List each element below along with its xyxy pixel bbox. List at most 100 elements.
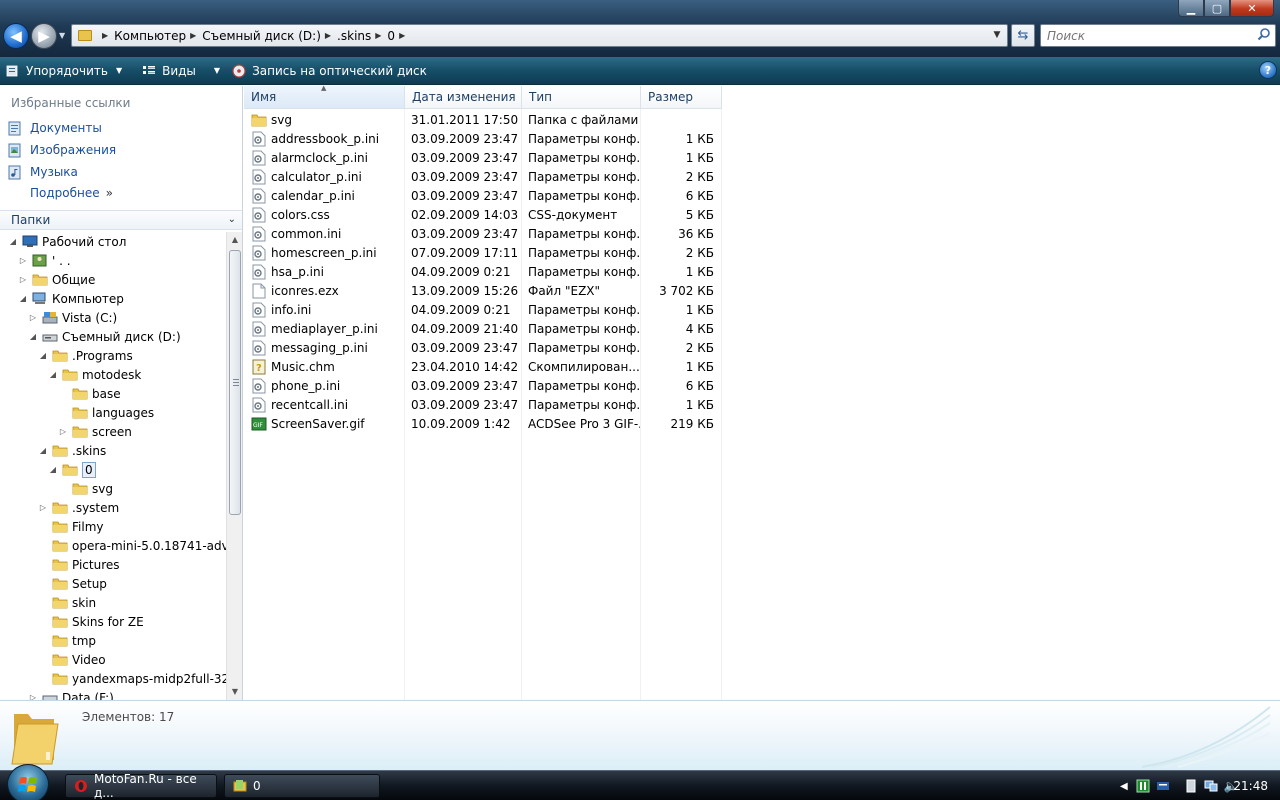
tree-scrollbar[interactable]: ▲ ▼ bbox=[226, 232, 242, 700]
more-link[interactable]: Подробнее » bbox=[30, 186, 113, 200]
file-row[interactable]: addressbook_p.ini 03.09.2009 23:47 Парамет… bbox=[244, 129, 724, 148]
expand-arrow-icon[interactable]: ▷ bbox=[28, 313, 38, 322]
maximize-button[interactable]: ▢ bbox=[1204, 0, 1230, 17]
file-row[interactable]: svg 31.01.2011 17:50 Папка с файлами bbox=[244, 110, 724, 129]
tree-item[interactable]: ▷ screen bbox=[58, 422, 132, 441]
tree-item[interactable]: tmp bbox=[38, 631, 96, 650]
tree-item[interactable]: Setup bbox=[38, 574, 107, 593]
start-button[interactable] bbox=[7, 764, 49, 800]
tree-item[interactable]: ◢ .skins bbox=[38, 441, 106, 460]
help-button[interactable]: ? bbox=[1259, 61, 1277, 79]
search-box[interactable] bbox=[1040, 24, 1276, 47]
file-name-cell[interactable]: homescreen_p.ini bbox=[251, 245, 377, 261]
device-icon[interactable] bbox=[1184, 779, 1198, 793]
expand-arrow-icon[interactable]: ▷ bbox=[18, 275, 28, 284]
tree-item[interactable]: skin bbox=[38, 593, 96, 612]
breadcrumb-computer[interactable]: Компьютер bbox=[114, 29, 186, 43]
file-name-cell[interactable]: addressbook_p.ini bbox=[251, 131, 379, 147]
chevron-right-icon[interactable]: ▶ bbox=[190, 31, 196, 40]
folders-header[interactable]: Папки ⌄ bbox=[0, 210, 242, 230]
tree-item[interactable]: ▷ .system bbox=[38, 498, 119, 517]
file-row[interactable]: homescreen_p.ini 07.09.2009 17:11 Параметр… bbox=[244, 243, 724, 262]
file-name-cell[interactable]: mediaplayer_p.ini bbox=[251, 321, 378, 337]
column-header-size[interactable]: Размер bbox=[641, 86, 722, 109]
file-name-cell[interactable]: colors.css bbox=[251, 207, 330, 223]
file-name-cell[interactable]: ? Music.chm bbox=[251, 359, 335, 375]
file-row[interactable]: recentcall.ini 03.09.2009 23:47 Параметры … bbox=[244, 395, 724, 414]
expand-arrow-icon[interactable]: ▷ bbox=[38, 503, 48, 512]
tree-item[interactable]: ▷ Vista (C:) bbox=[28, 308, 117, 327]
expand-arrow-icon[interactable]: ▷ bbox=[28, 693, 38, 700]
tree-item[interactable]: ◢ Съемный диск (D:) bbox=[28, 327, 181, 346]
chevron-right-icon[interactable]: ▶ bbox=[375, 31, 381, 40]
chevron-right-icon[interactable]: ▶ bbox=[102, 31, 108, 40]
file-name-cell[interactable]: calculator_p.ini bbox=[251, 169, 362, 185]
file-row[interactable]: GIF ScreenSaver.gif 10.09.2009 1:42 ACDSee … bbox=[244, 414, 724, 433]
tree-item[interactable]: Filmy bbox=[38, 517, 104, 536]
tree-item[interactable]: Pictures bbox=[38, 555, 120, 574]
file-name-cell[interactable]: messaging_p.ini bbox=[251, 340, 368, 356]
forward-button[interactable]: ▶ bbox=[31, 23, 57, 49]
minimize-button[interactable]: ▁ bbox=[1178, 0, 1204, 17]
column-header-name[interactable]: ▲ Имя bbox=[244, 84, 405, 109]
burn-disc-button[interactable]: Запись на оптический диск bbox=[226, 59, 433, 83]
refresh-button[interactable]: ⇆ bbox=[1011, 24, 1035, 47]
file-row[interactable]: messaging_p.ini 03.09.2009 23:47 Параметры… bbox=[244, 338, 724, 357]
chevron-right-icon[interactable]: ▶ bbox=[325, 31, 331, 40]
expand-arrow-icon[interactable]: ▷ bbox=[18, 256, 28, 265]
collapse-arrow-icon[interactable]: ◢ bbox=[8, 237, 18, 246]
collapse-arrow-icon[interactable]: ◢ bbox=[38, 351, 48, 360]
history-dropdown[interactable]: ▼ bbox=[59, 31, 65, 40]
file-name-cell[interactable]: GIF ScreenSaver.gif bbox=[251, 416, 365, 432]
file-row[interactable]: alarmclock_p.ini 03.09.2009 23:47 Параметр… bbox=[244, 148, 724, 167]
search-icon[interactable] bbox=[1257, 27, 1271, 41]
file-row[interactable]: hsa_p.ini 04.09.2009 0:21 Параметры конф..… bbox=[244, 262, 724, 281]
collapse-arrow-icon[interactable]: ◢ bbox=[48, 370, 58, 379]
tree-item[interactable]: ▷ Общие bbox=[18, 270, 95, 289]
tree-item[interactable]: Video bbox=[38, 650, 106, 669]
scroll-up-icon[interactable]: ▲ bbox=[227, 232, 243, 248]
tray-app-icon[interactable] bbox=[1136, 779, 1150, 793]
taskbar-item-explorer[interactable]: 0 bbox=[224, 774, 380, 798]
close-button[interactable]: ✕ bbox=[1230, 0, 1274, 17]
file-name-cell[interactable]: hsa_p.ini bbox=[251, 264, 324, 280]
collapse-arrow-icon[interactable]: ◢ bbox=[48, 465, 58, 474]
address-dropdown-button[interactable]: ▼ bbox=[990, 27, 1004, 44]
taskbar-item-browser[interactable]: MotoFan.Ru - все д... bbox=[65, 772, 217, 800]
tray-expand-icon[interactable]: ◀ bbox=[1120, 781, 1128, 792]
file-row[interactable]: calendar_p.ini 03.09.2009 23:47 Параметры … bbox=[244, 186, 724, 205]
file-row[interactable]: phone_p.ini 03.09.2009 23:47 Параметры кон… bbox=[244, 376, 724, 395]
file-row[interactable]: common.ini 03.09.2009 23:47 Параметры конф… bbox=[244, 224, 724, 243]
tree-item[interactable]: base bbox=[58, 384, 121, 403]
organize-button[interactable]: Упорядочить ▼ bbox=[0, 59, 128, 83]
file-name-cell[interactable]: recentcall.ini bbox=[251, 397, 348, 413]
tree-item[interactable]: yandexmaps-midp2full-32x32 bbox=[38, 669, 226, 688]
favorite-pictures[interactable]: Изображения bbox=[8, 141, 116, 159]
column-header-date[interactable]: Дата изменения bbox=[405, 86, 522, 109]
collapse-arrow-icon[interactable]: ◢ bbox=[18, 294, 28, 303]
favorite-documents[interactable]: Документы bbox=[8, 119, 102, 137]
search-input[interactable] bbox=[1041, 25, 1246, 46]
clock[interactable]: 21:48 bbox=[1233, 779, 1268, 793]
scrollbar-thumb[interactable] bbox=[229, 250, 241, 515]
address-bar[interactable]: ▶ Компьютер ▶ Съемный диск (D:) ▶ .skins… bbox=[71, 24, 1008, 47]
tree-item[interactable]: languages bbox=[58, 403, 154, 422]
file-name-cell[interactable]: calendar_p.ini bbox=[251, 188, 355, 204]
scroll-down-icon[interactable]: ▼ bbox=[227, 684, 243, 700]
file-row[interactable]: colors.css 02.09.2009 14:03 CSS-документ 5 … bbox=[244, 205, 724, 224]
file-row[interactable]: mediaplayer_p.ini 04.09.2009 21:40 Парамет… bbox=[244, 319, 724, 338]
file-row[interactable]: ? Music.chm 23.04.2010 14:42 Скомпилирован.… bbox=[244, 357, 724, 376]
chevron-right-icon[interactable]: ▶ bbox=[399, 31, 405, 40]
keyboard-layout-icon[interactable] bbox=[1156, 779, 1170, 793]
tree-item[interactable]: svg bbox=[58, 479, 113, 498]
file-name-cell[interactable]: info.ini bbox=[251, 302, 311, 318]
tree-item[interactable]: Skins for ZE bbox=[38, 612, 144, 631]
favorite-music[interactable]: Музыка bbox=[8, 163, 78, 181]
file-row[interactable]: info.ini 04.09.2009 0:21 Параметры конф...… bbox=[244, 300, 724, 319]
tree-item[interactable]: ◢ Компьютер bbox=[18, 289, 124, 308]
file-name-cell[interactable]: phone_p.ini bbox=[251, 378, 340, 394]
file-name-cell[interactable]: iconres.ezx bbox=[251, 283, 339, 299]
tree-item[interactable]: ◢ .Programs bbox=[38, 346, 133, 365]
breadcrumb-0[interactable]: 0 bbox=[387, 29, 395, 43]
collapse-arrow-icon[interactable]: ◢ bbox=[38, 446, 48, 455]
